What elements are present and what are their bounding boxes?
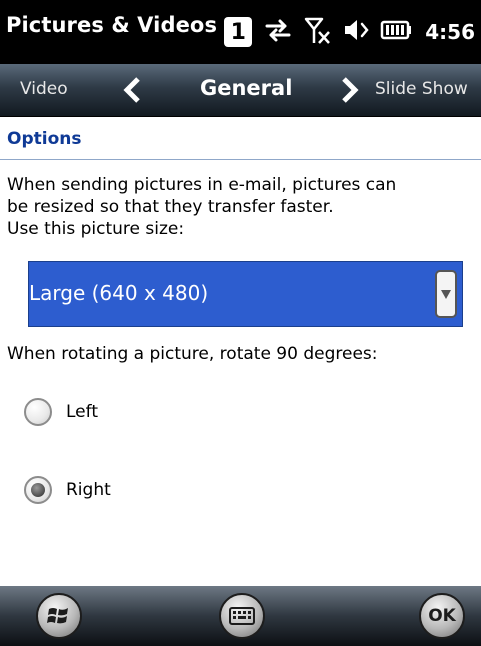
battery-icon[interactable] — [380, 15, 412, 49]
email-resize-description: When sending pictures in e-mail, picture… — [7, 174, 473, 240]
rotate-left-option[interactable]: Left — [24, 398, 98, 426]
chevron-right-icon[interactable] — [334, 75, 364, 105]
picture-size-select[interactable]: Large (640 x 480) — [28, 261, 463, 327]
description-line: Use this picture size: — [7, 219, 185, 239]
section-title: Options — [7, 129, 82, 149]
description-line: be resized so that they transfer faster. — [7, 197, 334, 217]
keyboard-icon — [229, 607, 255, 625]
radio-right-label[interactable]: Right — [66, 480, 111, 500]
no-signal-icon[interactable] — [304, 15, 332, 49]
tab-video[interactable]: Video — [20, 79, 68, 99]
windows-start-button[interactable] — [36, 593, 82, 639]
ok-label: OK — [428, 606, 456, 626]
app-title: Pictures & Videos — [6, 13, 218, 37]
section-header: Options — [0, 117, 481, 160]
picture-size-value: Large (640 x 480) — [29, 281, 209, 305]
dropdown-arrow-icon[interactable] — [435, 270, 457, 318]
windows-start-icon — [47, 608, 68, 624]
rotate-label: When rotating a picture, rotate 90 degre… — [7, 344, 378, 364]
tab-strip: Video General Slide Show — [0, 64, 481, 117]
ok-button[interactable]: OK — [419, 593, 465, 639]
status-icons: 1 4:56 — [224, 14, 475, 50]
tab-slide-show[interactable]: Slide Show — [375, 79, 468, 99]
status-bar: Pictures & Videos 1 4:56 — [0, 0, 481, 64]
chevron-left-icon[interactable] — [118, 75, 148, 105]
notification-badge-icon[interactable]: 1 — [224, 17, 253, 47]
radio-left-label[interactable]: Left — [66, 402, 98, 422]
rotate-right-option[interactable]: Right — [24, 476, 111, 504]
speaker-icon[interactable] — [343, 15, 369, 49]
clock[interactable]: 4:56 — [425, 20, 475, 44]
description-line: When sending pictures in e-mail, picture… — [7, 175, 397, 195]
connectivity-icon[interactable] — [263, 15, 293, 49]
radio-right[interactable] — [24, 476, 52, 504]
radio-left[interactable] — [24, 398, 52, 426]
bottom-bar: OK — [0, 586, 481, 646]
radio-selected-dot — [31, 483, 45, 497]
tab-general[interactable]: General — [200, 76, 292, 100]
keyboard-button[interactable] — [219, 593, 265, 639]
